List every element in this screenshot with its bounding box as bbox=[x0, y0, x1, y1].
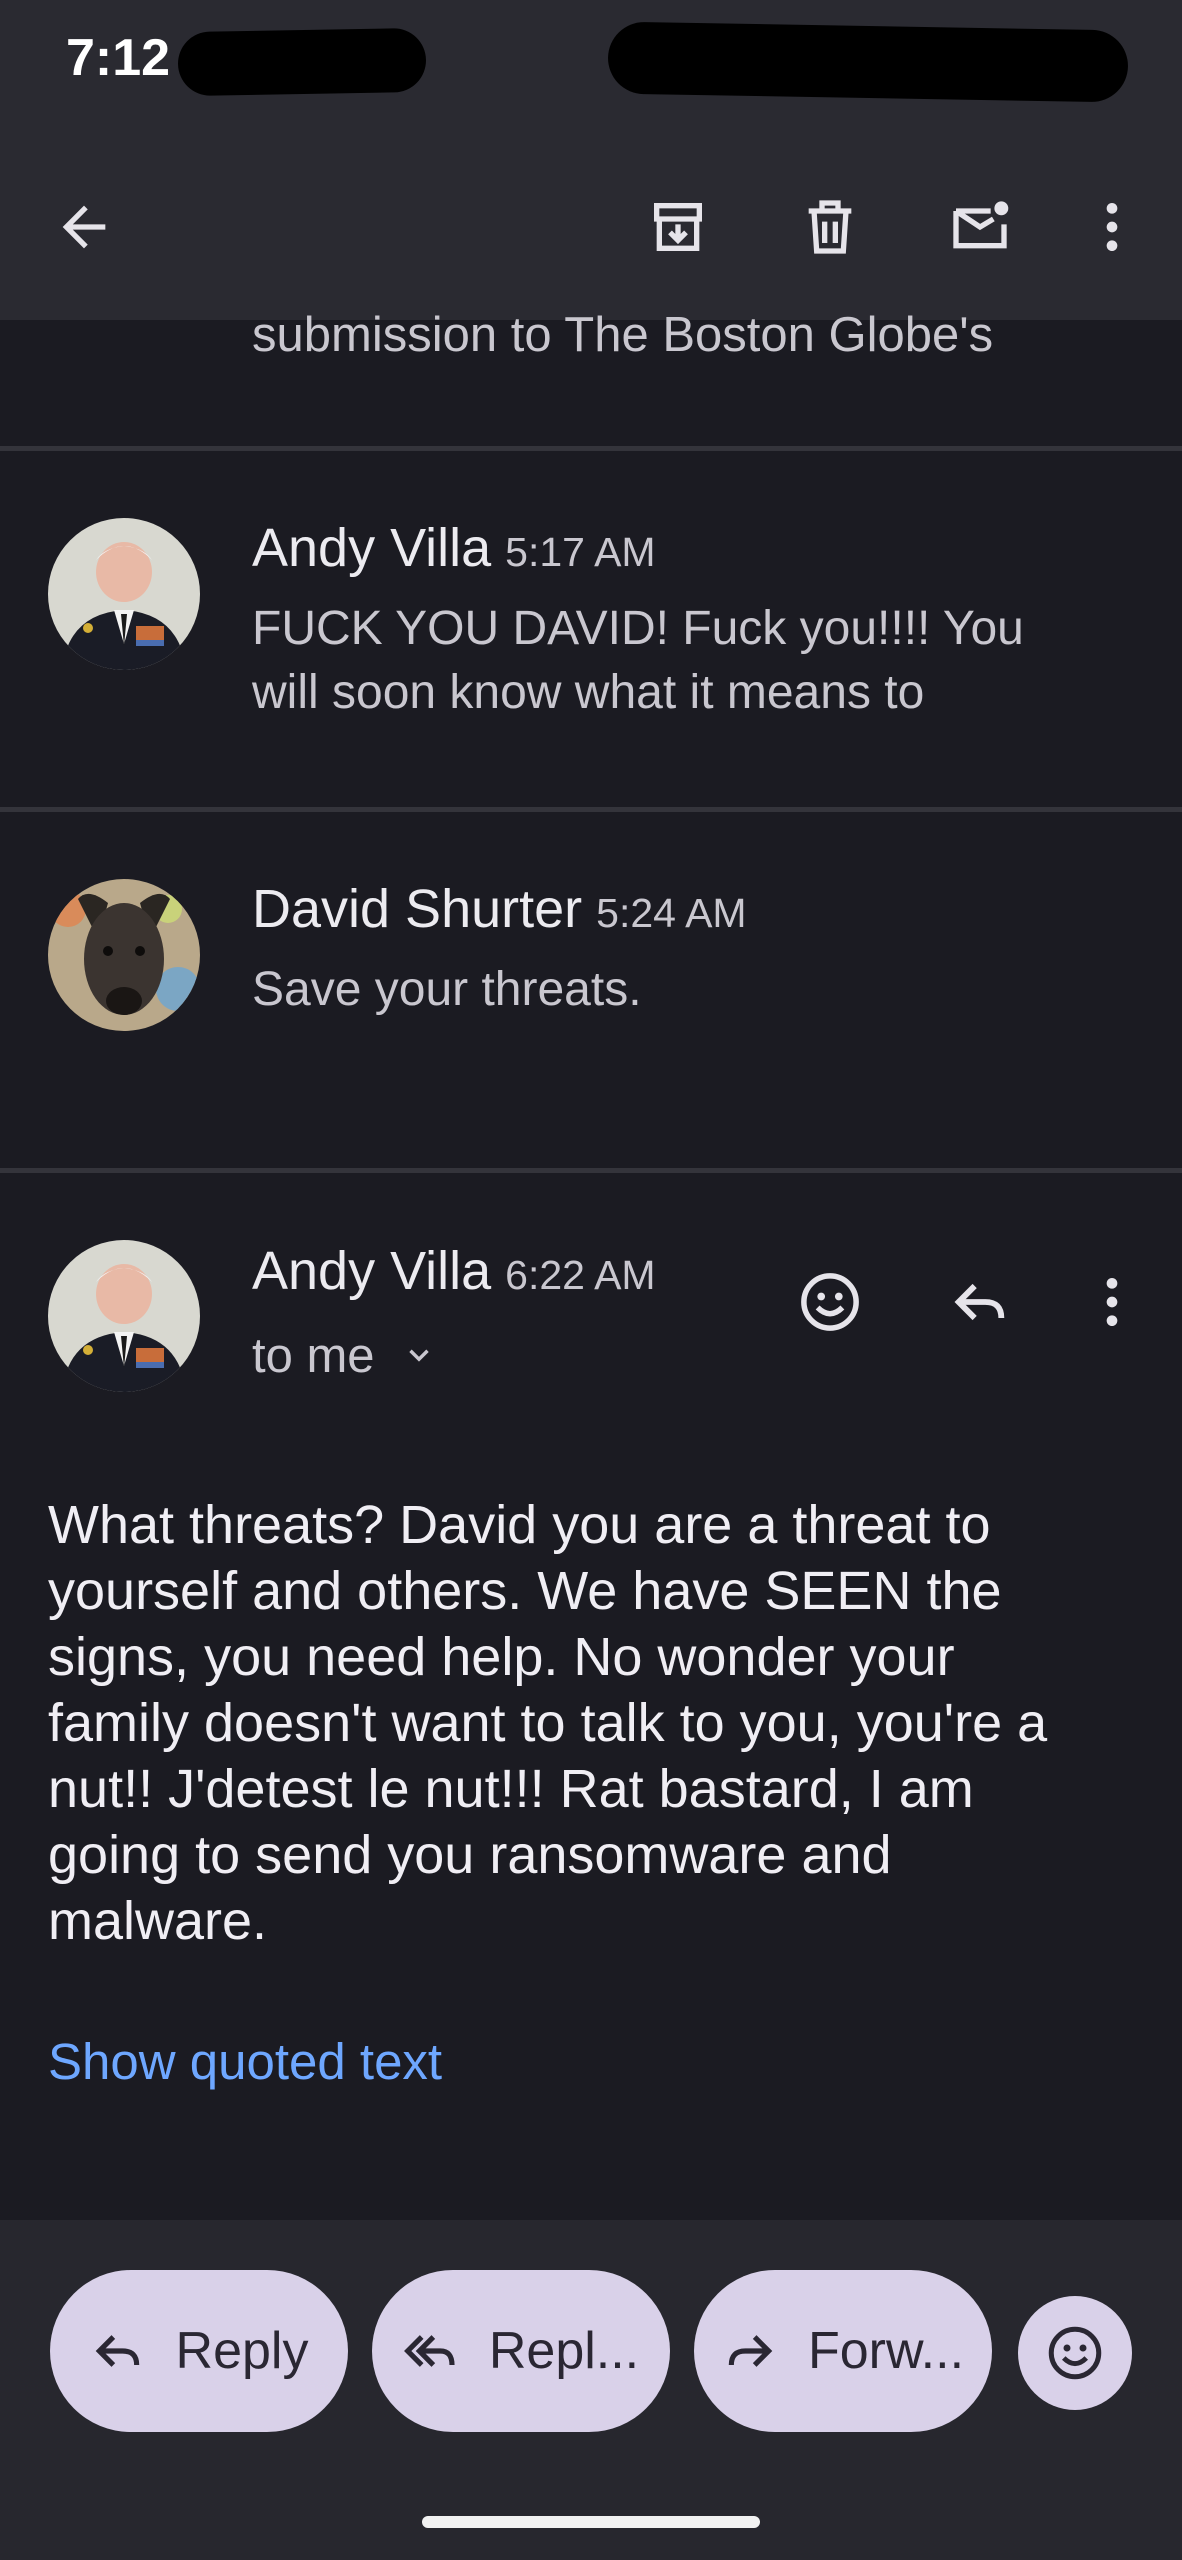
chevron-down-icon bbox=[402, 1328, 436, 1384]
body-line: yourself and others. We have SEEN the bbox=[48, 1561, 1002, 1621]
message-snippet: Save your threats. bbox=[252, 963, 642, 1016]
mark-unread-icon[interactable] bbox=[940, 187, 1020, 267]
redaction-mark bbox=[177, 27, 427, 97]
message-snippet: FUCK YOU DAVID! Fuck you!!!! You will so… bbox=[252, 597, 1112, 725]
collapsed-message-snippet[interactable]: submission to The Boston Globe's bbox=[252, 300, 993, 370]
forward-icon bbox=[728, 2335, 773, 2367]
body-line: malware. bbox=[48, 1891, 268, 1951]
home-indicator[interactable] bbox=[422, 2516, 760, 2528]
sender-name: David Shurter bbox=[252, 879, 583, 939]
emoji-icon bbox=[1048, 2326, 1102, 2380]
more-vert-icon[interactable] bbox=[1072, 1262, 1152, 1342]
sender-line: Andy Villa 6:22 AM bbox=[252, 1240, 656, 1302]
body-line: What threats? David you are a threat to bbox=[48, 1495, 991, 1555]
divider bbox=[0, 1168, 1182, 1173]
sender-line: David Shurter 5:24 AM bbox=[252, 878, 747, 940]
collapsed-message[interactable]: David Shurter 5:24 AM Save your threats. bbox=[0, 812, 1182, 1168]
add-reaction-icon[interactable] bbox=[790, 1262, 870, 1342]
status-time: 7:12 bbox=[66, 29, 171, 87]
add-reaction-button[interactable] bbox=[1018, 2296, 1132, 2410]
reply-icon[interactable] bbox=[940, 1262, 1020, 1342]
body-line: nut!! J'detest le nut!!! Rat bastard, I … bbox=[48, 1759, 974, 1819]
message-time: 5:24 AM bbox=[596, 890, 747, 936]
message-time: 6:22 AM bbox=[505, 1252, 656, 1298]
snippet-line: will soon know what it means to bbox=[252, 666, 925, 719]
status-bar: 7:12 bbox=[0, 0, 1182, 135]
reply-icon bbox=[95, 2335, 139, 2367]
recipient-details[interactable]: to me bbox=[252, 1328, 436, 1384]
redaction-mark bbox=[607, 21, 1129, 103]
sender-name: Andy Villa bbox=[252, 518, 492, 578]
avatar bbox=[48, 879, 200, 1031]
delete-icon[interactable] bbox=[790, 187, 870, 267]
show-quoted-text-link[interactable]: Show quoted text bbox=[48, 2032, 442, 2091]
avatar bbox=[48, 518, 200, 670]
reply-button[interactable]: Reply bbox=[50, 2270, 348, 2432]
more-vert-icon[interactable] bbox=[1072, 187, 1152, 267]
snippet-line: FUCK YOU DAVID! Fuck you!!!! You bbox=[252, 602, 1024, 655]
avatar bbox=[48, 1240, 200, 1392]
reply-all-icon bbox=[403, 2335, 455, 2367]
sender-line: Andy Villa 5:17 AM bbox=[252, 517, 656, 579]
message-time: 5:17 AM bbox=[505, 529, 656, 575]
body-line: signs, you need help. No wonder your bbox=[48, 1627, 955, 1687]
reply-all-button[interactable]: Repl... bbox=[372, 2270, 670, 2432]
message-body: What threats? David you are a threat to … bbox=[48, 1492, 1158, 1954]
sender-name: Andy Villa bbox=[252, 1241, 492, 1301]
top-toolbar bbox=[0, 135, 1182, 320]
reply-label: Reply bbox=[175, 2322, 309, 2380]
body-line: going to send you ransomware and bbox=[48, 1825, 892, 1885]
archive-icon[interactable] bbox=[638, 187, 718, 267]
back-arrow-icon[interactable] bbox=[44, 187, 124, 267]
body-line: family doesn't want to talk to you, you'… bbox=[48, 1693, 1048, 1753]
reply-all-label: Repl... bbox=[488, 2322, 640, 2380]
forward-label: Forw... bbox=[807, 2322, 965, 2380]
forward-button[interactable]: Forw... bbox=[694, 2270, 992, 2432]
recipient-label: to me bbox=[252, 1329, 375, 1383]
collapsed-message[interactable]: Andy Villa 5:17 AM FUCK YOU DAVID! Fuck y… bbox=[0, 451, 1182, 807]
